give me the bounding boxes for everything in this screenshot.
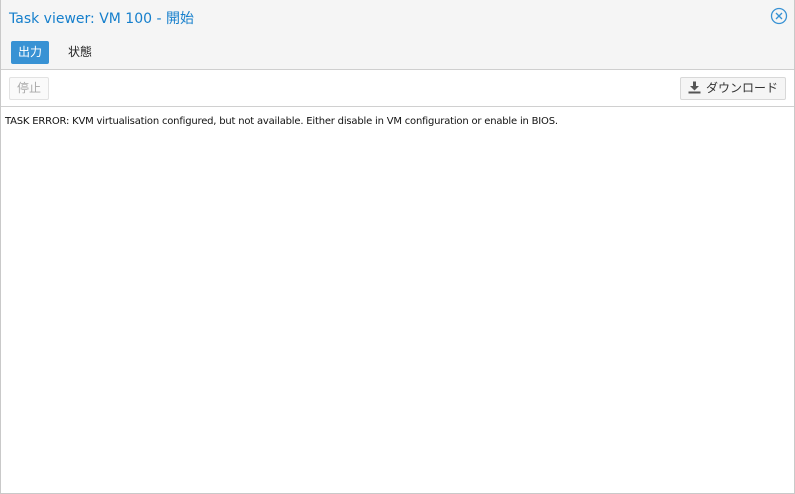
window-header: Task viewer: VM 100 - 開始	[1, 0, 794, 36]
download-icon	[688, 81, 701, 94]
close-button[interactable]	[770, 7, 788, 25]
toolbar: 停止 ダウンロード	[1, 71, 794, 107]
download-button[interactable]: ダウンロード	[679, 77, 786, 100]
stop-button[interactable]: 停止	[9, 77, 50, 100]
tab-output[interactable]: 出力	[11, 41, 50, 64]
tab-bar: 出力 状態	[1, 36, 794, 70]
window-title: Task viewer: VM 100 - 開始	[9, 11, 194, 27]
download-button-label: ダウンロード	[705, 81, 778, 95]
task-viewer-window: Task viewer: VM 100 - 開始 出力 状態 停止 ダウンロード…	[0, 0, 795, 494]
tab-status[interactable]: 状態	[61, 41, 99, 64]
task-log-output: TASK ERROR: KVM virtualisation configure…	[1, 108, 794, 493]
close-circle-icon	[770, 7, 788, 25]
log-line: TASK ERROR: KVM virtualisation configure…	[5, 116, 558, 127]
